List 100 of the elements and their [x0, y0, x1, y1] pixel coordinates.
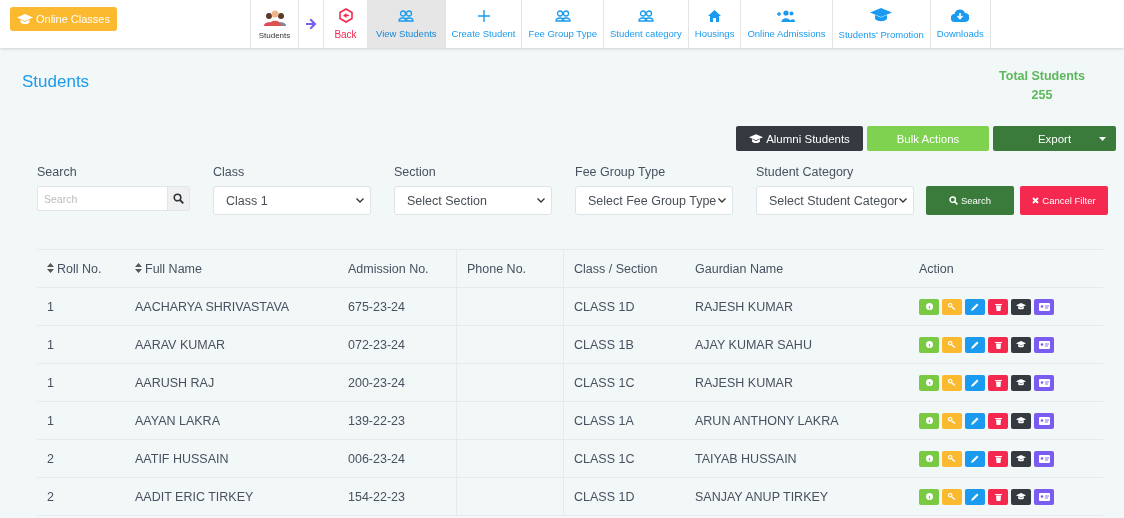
edit-button[interactable]	[965, 298, 985, 315]
back-hexagon-icon	[338, 8, 353, 23]
table-cell: CLASS 1C	[563, 439, 685, 478]
table-cell: 1	[37, 401, 125, 440]
edit-button[interactable]	[965, 488, 985, 505]
card-button[interactable]	[1034, 488, 1054, 505]
select-field[interactable]: Select Section	[394, 186, 552, 215]
card-button[interactable]	[1034, 412, 1054, 429]
column-header: Roll No.	[37, 249, 125, 288]
card-button[interactable]	[1034, 298, 1054, 315]
add-user-icon	[777, 9, 796, 22]
chevron-down-icon	[718, 198, 726, 203]
total-students-count: 255	[1030, 87, 1054, 104]
graduate-button[interactable]	[1011, 450, 1031, 467]
id-card-icon	[1038, 454, 1050, 463]
info-button[interactable]	[919, 336, 939, 353]
card-button[interactable]	[1034, 374, 1054, 391]
nav-item[interactable]: Student category	[602, 0, 688, 48]
filter-label: Section	[394, 165, 437, 179]
select-field[interactable]: Select Student Categor	[756, 186, 914, 215]
search-button[interactable]	[167, 187, 189, 210]
users-icon	[554, 9, 571, 22]
table-cell: 072-23-24	[338, 325, 457, 364]
info-button[interactable]	[919, 450, 939, 467]
table-cell: CLASS 1A	[563, 401, 685, 440]
search-button[interactable]: Search	[926, 186, 1014, 215]
delete-button[interactable]	[988, 336, 1008, 353]
trash-icon	[994, 454, 1002, 463]
table-cell: 2	[37, 477, 125, 516]
graduation-cap-icon	[1016, 455, 1026, 462]
table-cell: SANJAY ANUP TIRKEY	[685, 477, 909, 516]
delete-button[interactable]	[988, 374, 1008, 391]
cloud-download-icon	[951, 9, 970, 22]
delete-button[interactable]	[988, 488, 1008, 505]
alumni-students-button[interactable]: Alumni Students	[736, 126, 863, 151]
info-button[interactable]	[919, 374, 939, 391]
info-button[interactable]	[919, 298, 939, 315]
graduation-cap-icon	[1016, 379, 1026, 386]
graduate-button[interactable]	[1011, 488, 1031, 505]
table-cell: ARUN ANTHONY LAKRA	[685, 401, 909, 440]
students-group-icon	[263, 8, 286, 27]
trash-icon	[994, 416, 1002, 425]
search-input[interactable]: Search	[38, 187, 167, 210]
table-cell: 139-22-23	[338, 401, 457, 440]
info-button[interactable]	[919, 412, 939, 429]
delete-button[interactable]	[988, 450, 1008, 467]
delete-button[interactable]	[988, 298, 1008, 315]
total-students-label: Total Students	[998, 68, 1086, 85]
table-cell: CLASS 1D	[563, 287, 685, 326]
chevron-down-icon	[537, 198, 545, 203]
edit-button[interactable]	[965, 412, 985, 429]
table-cell: 200-23-24	[338, 363, 457, 402]
select-field[interactable]: Select Fee Group Type	[575, 186, 733, 215]
graduate-button[interactable]	[1011, 412, 1031, 429]
nav-item[interactable]: Create Student	[444, 0, 522, 48]
table-cell: CLASS 1D	[563, 477, 685, 516]
users-icon	[637, 9, 654, 22]
graduate-button[interactable]	[1011, 298, 1031, 315]
graduate-button[interactable]	[1011, 374, 1031, 391]
column-header: Action	[909, 249, 1103, 288]
pencil-icon	[971, 492, 979, 501]
info-icon	[925, 455, 933, 462]
nav-item[interactable]: Fee Group Type	[521, 0, 603, 48]
graduation-cap-icon	[17, 13, 33, 25]
arrow-right-icon	[305, 18, 317, 30]
graduation-cap-icon	[1016, 417, 1026, 424]
export-button[interactable]: Export	[993, 126, 1116, 151]
delete-button[interactable]	[988, 412, 1008, 429]
cancel-filter-button[interactable]: Cancel Filter	[1020, 186, 1108, 215]
edit-button[interactable]	[965, 450, 985, 467]
nav-item[interactable]: Students	[250, 0, 298, 48]
nav-item[interactable]: Housings	[687, 0, 741, 48]
nav-item[interactable]: View Students	[367, 0, 445, 48]
filter-label: Class	[213, 165, 246, 179]
pencil-icon	[971, 416, 979, 425]
nav-item[interactable]: Online Admissions	[740, 0, 832, 48]
id-card-icon	[1038, 340, 1050, 349]
info-button[interactable]	[919, 488, 939, 505]
search-field[interactable]: Search	[37, 186, 190, 211]
select-field[interactable]: Class 1	[213, 186, 371, 215]
edit-button[interactable]	[965, 336, 985, 353]
pencil-icon	[971, 454, 979, 463]
filter-label: Fee Group Type	[575, 165, 667, 179]
edit-button[interactable]	[965, 374, 985, 391]
nav-item[interactable]: Students' Promotion	[831, 0, 930, 48]
search-icon	[948, 196, 958, 205]
card-button[interactable]	[1034, 336, 1054, 353]
page-title: Students	[22, 72, 90, 92]
card-button[interactable]	[1034, 450, 1054, 467]
table-cell: 675-23-24	[338, 287, 457, 326]
search-icon	[173, 193, 184, 204]
plus-icon	[477, 9, 490, 22]
filter-label: Search	[37, 165, 78, 179]
column-header: Admission No.	[338, 249, 457, 288]
id-card-icon	[1038, 416, 1050, 425]
key-icon	[948, 455, 956, 462]
graduate-button[interactable]	[1011, 336, 1031, 353]
close-icon	[1032, 197, 1040, 204]
nav-item[interactable]: Downloads	[929, 0, 991, 48]
key-icon	[948, 341, 956, 348]
